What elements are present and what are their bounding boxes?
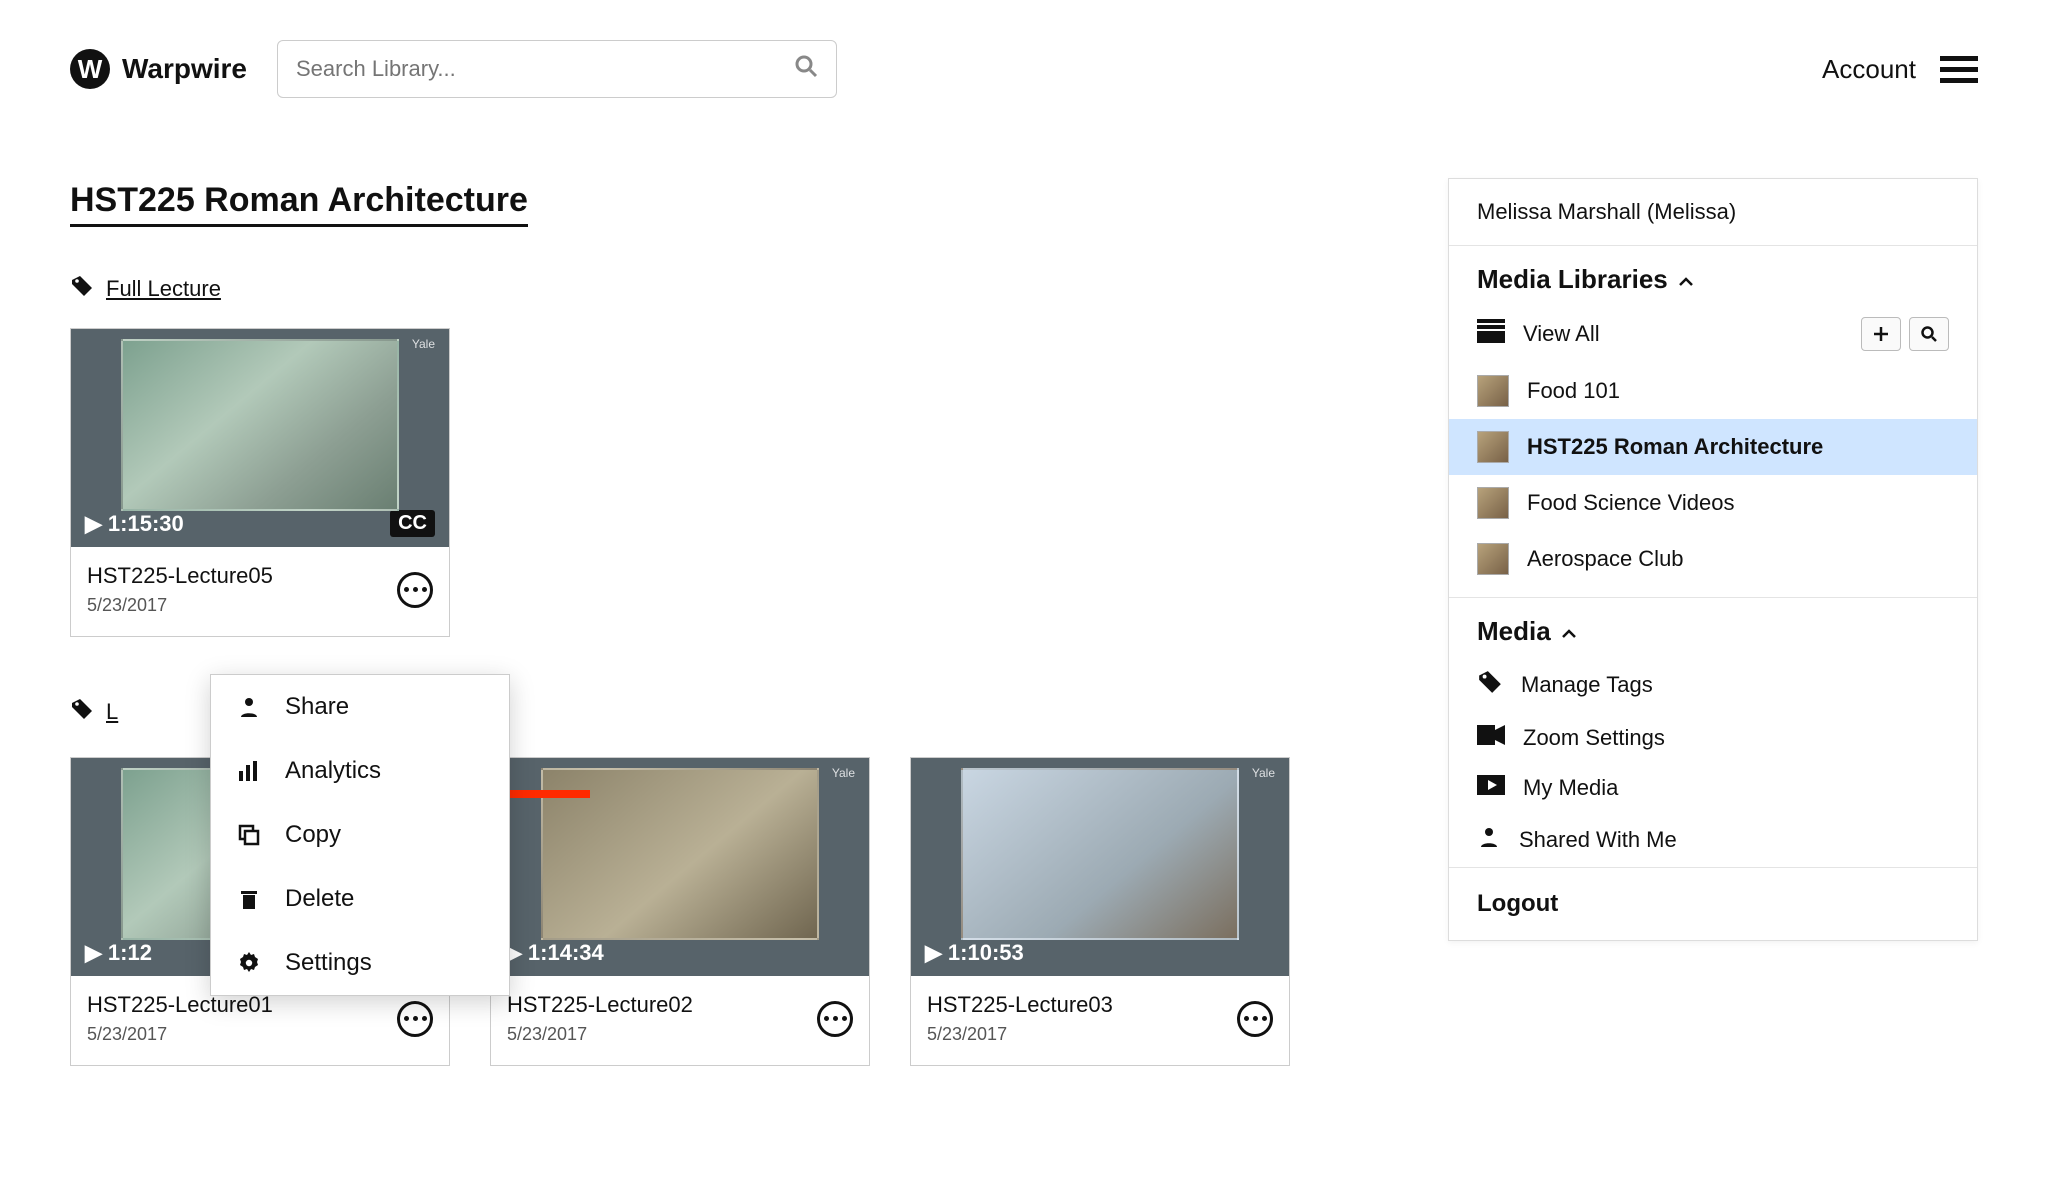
more-options-button[interactable] xyxy=(397,572,433,608)
copy-icon xyxy=(235,823,263,847)
video-thumbnail[interactable]: Yale ▶ 1:15:30 CC xyxy=(71,329,449,547)
tag-icon xyxy=(70,697,94,727)
context-settings[interactable]: Settings xyxy=(211,931,509,995)
media-header[interactable]: Media xyxy=(1449,598,1977,657)
search-library-button[interactable] xyxy=(1909,317,1949,351)
current-user: Melissa Marshall (Melissa) xyxy=(1449,179,1977,245)
video-card-05[interactable]: Yale ▶ 1:15:30 CC HST225-Lecture05 5/23/… xyxy=(70,328,450,637)
video-duration: ▶ 1:10:53 xyxy=(925,940,1024,966)
video-grid: Yale ▶ 1:15:30 CC HST225-Lecture05 5/23/… xyxy=(70,328,1270,637)
view-all-libraries[interactable]: View All xyxy=(1449,305,1977,363)
video-duration: ▶ 1:12 xyxy=(85,940,152,966)
app-logo[interactable]: W Warpwire xyxy=(70,49,247,89)
shared-with-me[interactable]: Shared With Me xyxy=(1449,813,1977,867)
card-meta: HST225-Lecture02 5/23/2017 xyxy=(491,976,869,1065)
video-duration: ▶ 1:14:34 xyxy=(505,940,604,966)
video-title: HST225-Lecture02 xyxy=(507,992,693,1018)
video-date: 5/23/2017 xyxy=(87,595,273,616)
card-meta: HST225-Lecture05 5/23/2017 xyxy=(71,547,449,636)
share-icon xyxy=(235,695,263,719)
play-icon: ▶ xyxy=(925,940,942,966)
context-menu: Share Analytics Copy Delete Settings xyxy=(210,674,510,996)
library-hst225[interactable]: HST225 Roman Architecture xyxy=(1449,419,1977,475)
camera-icon xyxy=(1477,725,1505,751)
stack-icon xyxy=(1477,319,1505,349)
video-date: 5/23/2017 xyxy=(507,1024,693,1045)
top-bar: W Warpwire Account xyxy=(70,40,1978,98)
video-card-02[interactable]: Yale ▶ 1:14:34 HST225-Lecture02 5/23/201… xyxy=(490,757,870,1066)
search-input[interactable] xyxy=(296,56,794,82)
chevron-up-icon xyxy=(1678,264,1694,295)
cc-badge: CC xyxy=(390,510,435,537)
tag-label-second: L xyxy=(106,699,118,725)
play-box-icon xyxy=(1477,775,1505,801)
context-copy[interactable]: Copy xyxy=(211,803,509,867)
thumb-brand: Yale xyxy=(1252,766,1275,780)
context-analytics[interactable]: Analytics xyxy=(211,739,509,803)
media-libraries-header[interactable]: Media Libraries xyxy=(1449,246,1977,305)
analytics-icon xyxy=(235,759,263,783)
person-icon xyxy=(1477,825,1501,855)
video-title: HST225-Lecture05 xyxy=(87,563,273,589)
tag-icon xyxy=(70,274,94,304)
play-icon: ▶ xyxy=(85,940,102,966)
app-name: Warpwire xyxy=(122,53,247,85)
context-delete[interactable]: Delete xyxy=(211,867,509,931)
side-panel: Melissa Marshall (Melissa) Media Librari… xyxy=(1448,178,1978,941)
video-thumbnail[interactable]: Yale ▶ 1:10:53 xyxy=(911,758,1289,976)
video-duration: ▶ 1:15:30 xyxy=(85,511,184,537)
tag-icon xyxy=(1477,669,1503,701)
account-link[interactable]: Account xyxy=(1822,54,1916,85)
library-search[interactable] xyxy=(277,40,837,98)
tag-label: Full Lecture xyxy=(106,276,221,302)
trash-icon xyxy=(235,887,263,911)
video-title: HST225-Lecture03 xyxy=(927,992,1113,1018)
add-library-button[interactable] xyxy=(1861,317,1901,351)
logout-button[interactable]: Logout xyxy=(1449,868,1977,940)
logo-badge-icon: W xyxy=(70,49,110,89)
video-date: 5/23/2017 xyxy=(87,1024,273,1045)
thumb-brand: Yale xyxy=(412,337,435,351)
library-food-101[interactable]: Food 101 xyxy=(1449,363,1977,419)
page-title: HST225 Roman Architecture xyxy=(70,181,528,227)
thumb-brand: Yale xyxy=(832,766,855,780)
menu-icon[interactable] xyxy=(1940,56,1978,83)
card-meta: HST225-Lecture03 5/23/2017 xyxy=(911,976,1289,1065)
context-share[interactable]: Share xyxy=(211,675,509,739)
more-options-button[interactable] xyxy=(397,1001,433,1037)
more-options-button[interactable] xyxy=(1237,1001,1273,1037)
manage-tags[interactable]: Manage Tags xyxy=(1449,657,1977,713)
video-date: 5/23/2017 xyxy=(927,1024,1113,1045)
library-aerospace-club[interactable]: Aerospace Club xyxy=(1449,531,1977,587)
more-options-button[interactable] xyxy=(817,1001,853,1037)
chevron-up-icon xyxy=(1561,616,1577,647)
search-icon[interactable] xyxy=(794,54,818,84)
video-card-03[interactable]: Yale ▶ 1:10:53 HST225-Lecture03 5/23/201… xyxy=(910,757,1290,1066)
gear-icon xyxy=(235,951,263,975)
play-icon: ▶ xyxy=(85,511,102,537)
my-media[interactable]: My Media xyxy=(1449,763,1977,813)
zoom-settings[interactable]: Zoom Settings xyxy=(1449,713,1977,763)
library-food-science[interactable]: Food Science Videos xyxy=(1449,475,1977,531)
